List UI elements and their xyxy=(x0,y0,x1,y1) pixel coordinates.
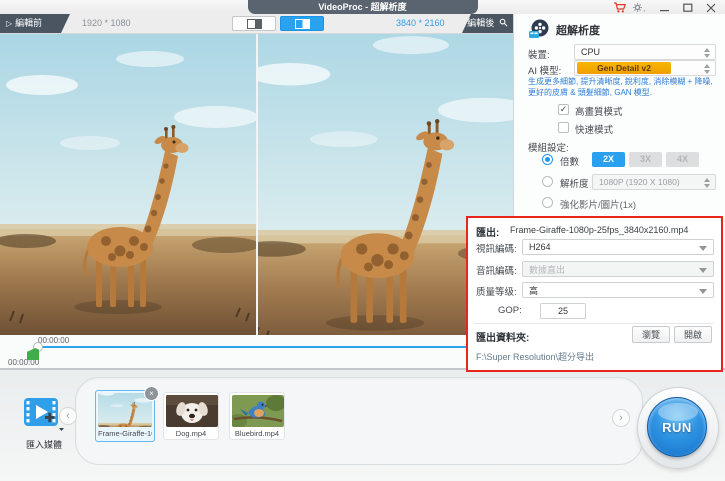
tab-edit-after[interactable]: 編輯後 xyxy=(462,14,513,33)
gop-input[interactable]: 25 xyxy=(540,303,586,319)
maximize-button[interactable] xyxy=(682,2,694,13)
magnifier-icon xyxy=(499,18,508,27)
single-view-icon xyxy=(247,19,262,29)
device-value: CPU xyxy=(581,47,600,57)
scale-label: 倍數 xyxy=(560,154,579,168)
ai-model-label: AI 模型: xyxy=(528,63,561,77)
tab-edit-before[interactable]: ▷編輯前 xyxy=(0,14,70,33)
device-label: 裝置: xyxy=(528,47,550,61)
giraffe-thumbnail xyxy=(98,393,152,427)
play-icon: ▷ xyxy=(6,19,12,28)
media-bar: 匯入媒體 ‹ × Frame-Giraffe-10 xyxy=(0,370,725,481)
scale-radio[interactable] xyxy=(542,154,553,165)
app-window: VideoProc - 超解析度 ▷編輯前 1920 * 1080 3840 *… xyxy=(0,0,725,481)
video-codec-label: 視訊編碼: xyxy=(476,241,517,255)
browse-button[interactable]: 瀏覽 xyxy=(632,326,670,343)
cart-icon[interactable] xyxy=(612,2,627,13)
fast-mode-checkbox[interactable] xyxy=(558,122,569,133)
dropdown-arrow-icon xyxy=(699,246,707,251)
scroll-left-button[interactable]: ‹ xyxy=(59,407,77,425)
titlebar: VideoProc - 超解析度 xyxy=(0,0,725,14)
resolution-radio[interactable] xyxy=(542,176,553,187)
import-media-label: 匯入媒體 xyxy=(14,438,74,451)
output-separator xyxy=(474,323,714,324)
settings-gear-icon[interactable] xyxy=(631,2,647,13)
open-button[interactable]: 開啟 xyxy=(674,326,712,343)
ai-model-select[interactable]: Gen Detail v2 xyxy=(574,60,716,76)
quality-label: 质量等级: xyxy=(476,284,517,298)
close-button[interactable] xyxy=(705,2,717,13)
resolution-value: 1080P (1920 X 1080) xyxy=(599,177,680,187)
media-item-dog[interactable]: Dog.mp4 xyxy=(163,392,219,440)
export-filename: Frame-Giraffe-1080p-25fps_3840x2160.mp4 xyxy=(510,225,688,235)
export-label: 匯出: xyxy=(476,224,499,239)
enhance-label: 強化影片/圖片(1x) xyxy=(560,197,636,211)
hq-mode-label: 高畫質模式 xyxy=(575,104,623,118)
chevron-left-icon: ‹ xyxy=(66,410,70,422)
before-resolution: 1920 * 1080 xyxy=(82,14,131,33)
audio-codec-value: 數據直出 xyxy=(529,263,565,276)
scale-4x-button[interactable]: 4X xyxy=(666,152,699,167)
bluebird-thumbnail xyxy=(232,395,284,427)
tab-edit-before-label: 編輯前 xyxy=(15,18,42,28)
ai-model-value: Gen Detail v2 xyxy=(577,62,671,74)
media-item-name: Dog.mp4 xyxy=(166,429,216,438)
timeline-start-marker[interactable] xyxy=(27,348,39,360)
gop-label: GOP: xyxy=(498,305,522,316)
folder-path: F:\Super Resolution\超分导出 xyxy=(476,350,594,363)
model-description: 生成更多細節, 提升清晰度, 銳利度, 消除模糊 + 降噪, 更好的皮膚 & 頭… xyxy=(528,77,718,99)
audio-codec-label: 音訊編碼: xyxy=(476,263,517,277)
enhance-radio[interactable] xyxy=(542,197,553,208)
video-codec-value: H264 xyxy=(529,242,551,252)
scale-2x-button[interactable]: 2X xyxy=(592,152,625,167)
media-item-name: Bluebird.mp4 xyxy=(232,429,282,438)
chevron-right-icon: › xyxy=(619,412,623,424)
device-select[interactable]: CPU xyxy=(574,44,716,60)
after-resolution: 3840 * 2160 xyxy=(396,14,445,33)
stepper-arrows-icon xyxy=(704,64,711,74)
stepper-arrows-icon xyxy=(704,48,711,58)
resolution-select[interactable]: 1080P (1920 X 1080) xyxy=(592,174,716,190)
folder-label: 匯出資料夾: xyxy=(476,329,529,344)
window-title: VideoProc - 超解析度 xyxy=(248,0,478,14)
gop-value: 25 xyxy=(558,306,568,316)
dropdown-arrow-icon xyxy=(699,289,707,294)
media-item-name: Frame-Giraffe-10 xyxy=(98,429,152,438)
module-settings-label: 模組設定: xyxy=(528,140,569,154)
hq-mode-checkbox[interactable]: ✓ xyxy=(558,104,569,115)
split-view-toggle[interactable] xyxy=(280,16,324,31)
check-icon: ✓ xyxy=(560,104,568,114)
panel-title: 超解析度 xyxy=(556,22,600,38)
scroll-right-button[interactable]: › xyxy=(612,409,630,427)
tab-edit-after-label: 編輯後 xyxy=(467,18,494,28)
scale-3x-button[interactable]: 3X xyxy=(629,152,662,167)
timeline: 00:00:00 00:00:00 xyxy=(0,335,513,368)
audio-codec-select[interactable]: 數據直出 xyxy=(522,261,714,277)
media-tray xyxy=(75,377,643,465)
dropdown-arrow-icon xyxy=(699,268,707,273)
video-preview-before[interactable] xyxy=(0,33,256,335)
remove-media-icon[interactable]: × xyxy=(144,386,159,401)
film-reel-icon xyxy=(527,18,551,40)
quality-select[interactable]: 高 xyxy=(522,282,714,298)
minimize-button[interactable] xyxy=(659,2,671,13)
dog-thumbnail xyxy=(166,395,218,427)
stepper-arrows-icon xyxy=(704,178,711,188)
quality-value: 高 xyxy=(529,284,538,297)
run-button[interactable]: RUN xyxy=(647,397,707,457)
output-section: 匯出: Frame-Giraffe-1080p-25fps_3840x2160.… xyxy=(466,216,723,372)
video-codec-select[interactable]: H264 xyxy=(522,239,714,255)
split-view-icon xyxy=(295,19,310,29)
timeline-time-top: 00:00:00 xyxy=(38,336,69,345)
fast-mode-label: 快速模式 xyxy=(575,122,613,136)
media-item-giraffe[interactable]: × Frame-Giraffe-10 xyxy=(95,390,155,442)
preview-header: ▷編輯前 1920 * 1080 3840 * 2160 編輯後 xyxy=(0,14,513,34)
resolution-label: 解析度 xyxy=(560,176,589,190)
media-item-bluebird[interactable]: Bluebird.mp4 xyxy=(229,392,285,440)
single-view-toggle[interactable] xyxy=(232,16,276,31)
